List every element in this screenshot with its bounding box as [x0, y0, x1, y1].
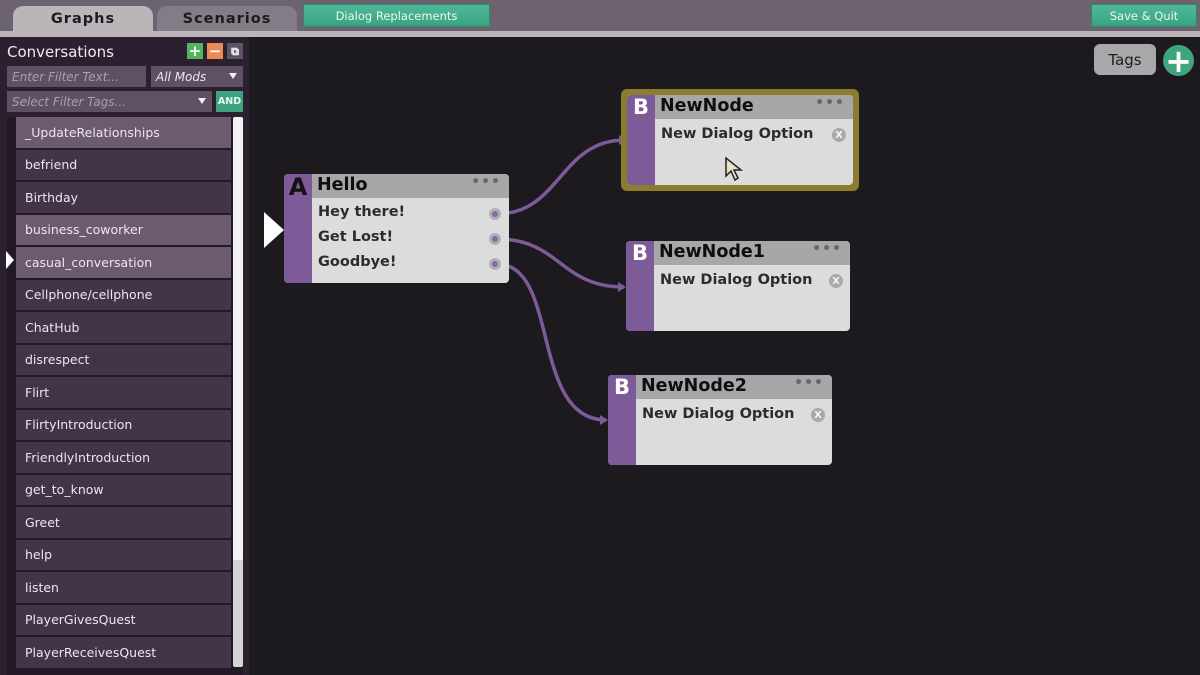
dialog-option[interactable]: Get Lost!	[318, 229, 393, 245]
node-letter: A	[288, 174, 308, 201]
connection-wire	[496, 237, 626, 292]
output-port[interactable]	[489, 208, 501, 220]
node-title[interactable]: Hello	[317, 175, 368, 195]
remove-option-icon[interactable]: X	[829, 274, 843, 288]
entry-point-arrow-icon	[264, 212, 284, 248]
connection-wire	[496, 262, 608, 425]
node-letter: B	[632, 95, 649, 119]
remove-option-icon[interactable]: X	[832, 128, 846, 142]
dialog-node-newnode1[interactable]: B NewNode1 ••• New Dialog Option X	[626, 241, 850, 331]
node-menu-icon[interactable]: •••	[794, 375, 824, 391]
connection-wire	[496, 135, 627, 216]
connection-wires	[496, 135, 627, 425]
output-port[interactable]	[489, 258, 501, 270]
node-menu-icon[interactable]: •••	[815, 95, 845, 111]
mouse-cursor-icon	[725, 156, 744, 182]
node-letter: B	[613, 375, 630, 399]
node-title[interactable]: NewNode1	[659, 242, 765, 262]
output-port[interactable]	[489, 233, 501, 245]
dialog-option[interactable]: New Dialog Option	[642, 406, 794, 422]
node-menu-icon[interactable]: •••	[471, 174, 501, 190]
dialog-node-hello[interactable]: A Hello ••• Hey there! Get Lost! Goodbye…	[284, 174, 509, 283]
node-title[interactable]: NewNode	[660, 96, 754, 116]
remove-option-icon[interactable]: X	[811, 408, 825, 422]
node-letter: B	[631, 241, 648, 265]
dialog-node-newnode2[interactable]: B NewNode2 ••• New Dialog Option X	[608, 375, 832, 465]
dialog-option[interactable]: Hey there!	[318, 204, 405, 220]
dialog-option[interactable]: Goodbye!	[318, 254, 396, 270]
node-title[interactable]: NewNode2	[641, 376, 747, 396]
dialog-option[interactable]: New Dialog Option	[660, 272, 812, 288]
node-menu-icon[interactable]: •••	[812, 241, 842, 257]
dialog-option[interactable]: New Dialog Option	[661, 126, 813, 142]
